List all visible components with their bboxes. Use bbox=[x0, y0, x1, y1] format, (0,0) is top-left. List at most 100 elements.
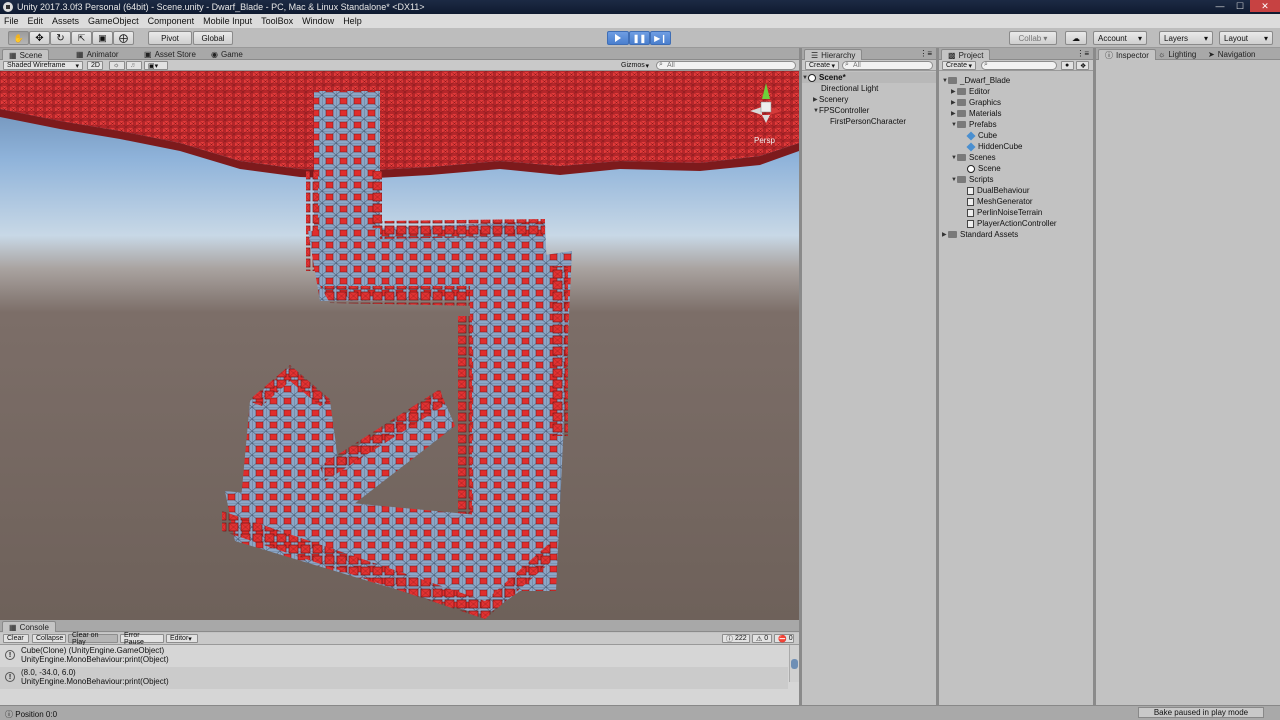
hierarchy-search-input[interactable]: All bbox=[842, 61, 933, 70]
shading-mode-dropdown[interactable]: Shaded Wireframe ▾ bbox=[3, 61, 83, 70]
hierarchy-item[interactable]: ▶ Scenery bbox=[813, 94, 848, 105]
project-item-label: Editor bbox=[969, 87, 990, 96]
filter-label-button[interactable]: ❖ bbox=[1076, 61, 1089, 70]
tab-asset-store[interactable]: ▣ Asset Store bbox=[138, 49, 202, 60]
menu-help[interactable]: Help bbox=[343, 16, 362, 26]
project-folder[interactable]: ▶ Graphics bbox=[951, 97, 1001, 108]
account-dropdown[interactable]: Account ▾ bbox=[1093, 31, 1147, 45]
cloud-button[interactable]: ☁ bbox=[1065, 31, 1087, 45]
scrollbar-thumb[interactable] bbox=[791, 659, 798, 669]
tab-hierarchy[interactable]: ☰ Hierarchy bbox=[804, 49, 863, 60]
pivot-toggle[interactable]: Pivot bbox=[148, 31, 192, 45]
project-asset[interactable]: MeshGenerator bbox=[967, 196, 1033, 207]
close-button[interactable]: ✕ bbox=[1250, 0, 1280, 12]
project-asset[interactable]: Scene bbox=[967, 163, 1001, 174]
console-clear-button[interactable]: Clear bbox=[3, 634, 29, 643]
tab-navigation[interactable]: ➤ Navigation bbox=[1202, 49, 1262, 60]
gizmos-dropdown[interactable]: Gizmos ▾ bbox=[618, 61, 652, 70]
console-collapse-button[interactable]: Collapse bbox=[32, 634, 66, 643]
move-tool-button[interactable]: ✥ bbox=[29, 31, 50, 45]
chevron-down-icon: ▾ bbox=[75, 62, 79, 70]
project-asset[interactable]: Cube bbox=[966, 130, 997, 141]
collab-button[interactable]: Collab ▾ bbox=[1009, 31, 1057, 45]
console-scrollbar[interactable] bbox=[789, 645, 799, 682]
tab-game[interactable]: ◉ Game bbox=[205, 49, 249, 60]
error-count-toggle[interactable]: ⛔ 0 bbox=[774, 634, 794, 643]
prefab-icon bbox=[966, 141, 976, 152]
filter-type-button[interactable]: ● bbox=[1061, 61, 1074, 70]
hierarchy-create-dropdown[interactable]: Create ▾ bbox=[805, 61, 839, 70]
tab-scene[interactable]: ▦ Scene bbox=[2, 49, 50, 60]
tab-lighting[interactable]: ☼ Lighting bbox=[1152, 49, 1202, 60]
hierarchy-scene-root[interactable]: ▼ Scene* bbox=[802, 72, 936, 83]
project-folder[interactable]: ▼ Scenes bbox=[951, 152, 996, 163]
main-toolbar: ✋ ✥ ↻ ⇱ ▣ ⨁ Pivot Global ❚❚ ▶❙ Collab ▾ … bbox=[0, 28, 1280, 48]
warning-count-toggle[interactable]: ⚠ 0 bbox=[752, 634, 772, 643]
cloud-icon: ☁ bbox=[1072, 33, 1080, 43]
play-button[interactable] bbox=[607, 31, 629, 45]
tower-right-red bbox=[552, 266, 568, 436]
tab-console[interactable]: ▦ Console bbox=[2, 621, 56, 632]
layers-dropdown[interactable]: Layers ▾ bbox=[1159, 31, 1213, 45]
project-asset[interactable]: PlayerActionController bbox=[967, 218, 1057, 229]
menu-edit[interactable]: Edit bbox=[28, 16, 44, 26]
project-asset[interactable]: DualBehaviour bbox=[967, 185, 1029, 196]
tab-animator[interactable]: ▦ Animator bbox=[70, 49, 125, 60]
rotate-tool-button[interactable]: ↻ bbox=[50, 31, 71, 45]
scene-tab-icon: ▦ bbox=[9, 50, 17, 60]
hand-tool-button[interactable]: ✋ bbox=[8, 31, 29, 45]
script-icon bbox=[967, 208, 974, 217]
project-folder[interactable]: ▼ Scripts bbox=[951, 174, 993, 185]
global-toggle[interactable]: Global bbox=[193, 31, 233, 45]
project-tab-strip: ▩ Project ⋮≡ bbox=[939, 48, 1093, 60]
maximize-button[interactable]: ☐ bbox=[1230, 0, 1250, 12]
transform-tool-button[interactable]: ⨁ bbox=[113, 31, 134, 45]
lighting-toggle[interactable]: ☼ bbox=[109, 61, 125, 70]
log-count-toggle[interactable]: ⓘ 222 bbox=[722, 634, 750, 643]
pause-button[interactable]: ❚❚ bbox=[629, 31, 650, 45]
panel-menu-icon[interactable]: ⋮≡ bbox=[919, 49, 932, 58]
project-create-dropdown[interactable]: Create ▾ bbox=[942, 61, 976, 70]
panel-menu-icon[interactable]: ⋮≡ bbox=[1076, 49, 1089, 58]
menu-window[interactable]: Window bbox=[302, 16, 334, 26]
project-search-input[interactable] bbox=[981, 61, 1057, 70]
project-asset[interactable]: HiddenCube bbox=[966, 141, 1022, 152]
2d-toggle[interactable]: 2D bbox=[87, 61, 103, 70]
rect-tool-button[interactable]: ▣ bbox=[92, 31, 113, 45]
menu-gameobject[interactable]: GameObject bbox=[88, 16, 139, 26]
hierarchy-item[interactable]: ▼ FPSController bbox=[813, 105, 869, 116]
scene-control-bar: Shaded Wireframe▾ 2D ☼ ♬ ▣▾ Gizmos▾ All bbox=[0, 60, 799, 71]
layout-dropdown[interactable]: Layout ▾ bbox=[1219, 31, 1273, 45]
menu-toolbox[interactable]: ToolBox bbox=[261, 16, 293, 26]
effects-dropdown[interactable]: ▣▾ bbox=[144, 61, 168, 70]
chevron-down-icon: ▾ bbox=[831, 62, 835, 70]
project-folder[interactable]: ▼ _Dwarf_Blade bbox=[942, 75, 1010, 86]
project-item-label: Standard Assets bbox=[960, 230, 1019, 239]
hierarchy-item[interactable]: Directional Light bbox=[821, 83, 878, 94]
project-folder[interactable]: ▼ Prefabs bbox=[951, 119, 997, 130]
step-button[interactable]: ▶❙ bbox=[650, 31, 671, 45]
scene-search-input[interactable]: All bbox=[656, 61, 796, 70]
console-log-entry[interactable]: ! Cube(Clone) (UnityEngine.GameObject) U… bbox=[0, 645, 788, 667]
project-folder[interactable]: ▶ Materials bbox=[951, 108, 1001, 119]
menu-assets[interactable]: Assets bbox=[52, 16, 79, 26]
console-error-pause-toggle[interactable]: Error Pause bbox=[120, 632, 164, 646]
console-editor-dropdown[interactable]: Editor ▾ bbox=[166, 634, 198, 643]
minimize-button[interactable]: — bbox=[1210, 0, 1230, 12]
scale-tool-button[interactable]: ⇱ bbox=[71, 31, 92, 45]
menu-component[interactable]: Component bbox=[148, 16, 195, 26]
project-item-label: Graphics bbox=[969, 98, 1002, 107]
console-clear-on-play-toggle[interactable]: Clear on Play bbox=[68, 632, 118, 646]
scene-viewport[interactable]: Persp bbox=[0, 71, 799, 620]
project-asset[interactable]: PerlinNoiseTerrain bbox=[967, 207, 1042, 218]
project-folder[interactable]: ▶ Standard Assets bbox=[942, 229, 1018, 240]
project-panel: ▼ _Dwarf_Blade ▶ Editor ▶ Graphics ▶ Materia… bbox=[939, 72, 1093, 705]
tab-inspector[interactable]: ⓘ Inspector bbox=[1098, 49, 1156, 60]
console-log-entry[interactable]: ! (8.0, -34.0, 6.0) UnityEngine.MonoBeha… bbox=[0, 667, 788, 689]
project-folder[interactable]: ▶ Editor bbox=[951, 86, 990, 97]
menu-file[interactable]: File bbox=[4, 16, 19, 26]
audio-toggle[interactable]: ♬ bbox=[126, 61, 142, 70]
menu-mobile-input[interactable]: Mobile Input bbox=[203, 16, 252, 26]
tab-project[interactable]: ▩ Project bbox=[941, 49, 991, 60]
hierarchy-item[interactable]: FirstPersonCharacter bbox=[830, 116, 906, 127]
